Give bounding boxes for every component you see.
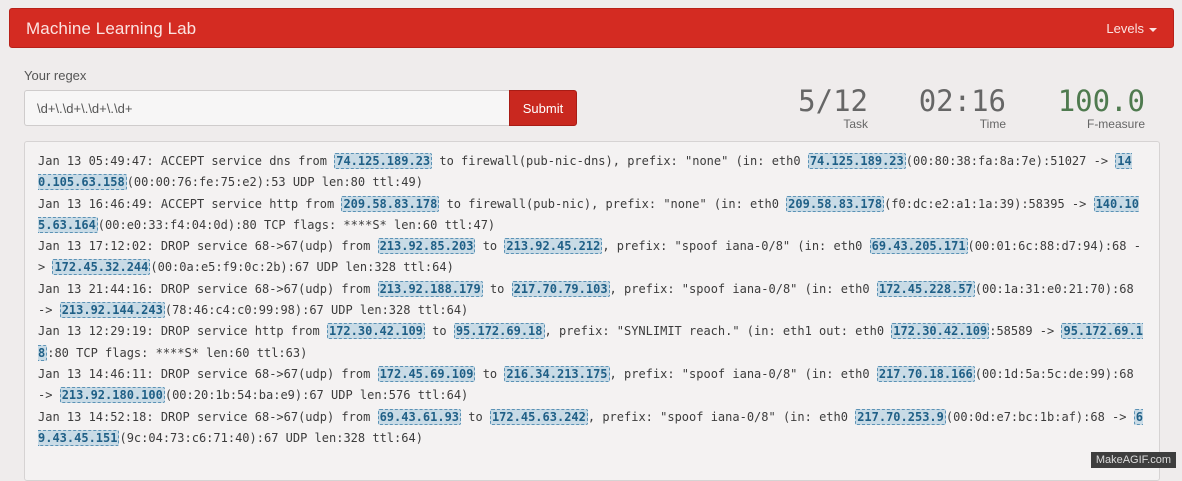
regex-input[interactable] xyxy=(24,90,510,126)
time-label: Time xyxy=(979,117,1006,131)
regex-match-highlight: 209.58.83.178 xyxy=(341,195,440,212)
regex-match-highlight: 74.125.189.23 xyxy=(807,153,906,169)
regex-label: Your regex xyxy=(24,68,87,83)
fmeasure-label: F-measure xyxy=(1086,117,1145,131)
log-line: Jan 13 16:46:49: ACCEPT service http fro… xyxy=(38,194,1146,237)
log-text: (00:e0:33:f4:04:0d):80 TCP flags: ****S*… xyxy=(97,217,496,232)
log-text: to firewall(pub-nic-dns), prefix: "none"… xyxy=(432,154,808,168)
regex-match-highlight: 172.45.32.244 xyxy=(52,259,151,276)
log-panel: Jan 13 05:49:47: ACCEPT service dns from… xyxy=(24,141,1160,481)
regex-match-highlight: 213.92.85.203 xyxy=(377,238,476,255)
regex-match-highlight: 74.125.189.23 xyxy=(334,153,433,169)
log-text: (00:0a:e5:f9:0c:2b):67 UDP len:328 ttl:6… xyxy=(150,260,454,275)
time-stat: 02:16 Time xyxy=(919,84,1006,131)
log-text: Jan 13 14:52:18: DROP service 68->67(udp… xyxy=(38,409,378,424)
log-text: (00:00:76:fe:75:e2):53 UDP len:80 ttl:49… xyxy=(126,175,423,190)
log-text: Jan 13 12:29:19: DROP service http from xyxy=(38,324,327,339)
regex-match-highlight: 172.45.63.242 xyxy=(489,408,588,425)
submit-button[interactable]: Submit xyxy=(509,90,577,126)
log-text: , prefix: "spoof iana-0/8" (in: eth0 xyxy=(587,409,856,424)
caret-down-icon xyxy=(1149,27,1157,32)
levels-dropdown[interactable]: Levels xyxy=(1106,21,1157,36)
log-text: , prefix: "SYNLIMIT reach." (in: eth1 ou… xyxy=(544,324,892,339)
log-line: Jan 13 17:12:02: DROP service 68->67(udp… xyxy=(38,236,1146,279)
log-text: to firewall(pub-nic), prefix: "none" (in… xyxy=(439,196,787,211)
regex-match-highlight: 213.92.188.179 xyxy=(377,280,483,297)
regex-match-highlight: 95.172.69.18 xyxy=(453,323,545,340)
log-text: , prefix: "spoof iana-0/8" (in: eth0 xyxy=(602,239,870,254)
regex-match-highlight: 69.43.61.93 xyxy=(377,408,462,425)
log-text: (00:80:38:fa:8a:7e):51027 -> xyxy=(905,154,1116,168)
log-text: Jan 13 16:46:49: ACCEPT service http fro… xyxy=(38,196,342,211)
log-text: (9c:04:73:c6:71:40):67 UDP len:328 ttl:6… xyxy=(119,430,423,445)
log-text: , prefix: "spoof iana-0/8" (in: eth0 xyxy=(609,281,877,296)
log-text: to xyxy=(424,324,454,339)
brand-title[interactable]: Machine Learning Lab xyxy=(26,19,196,39)
regex-match-highlight: 69.43.205.171 xyxy=(869,238,968,255)
levels-label: Levels xyxy=(1106,21,1144,36)
task-label: Task xyxy=(843,117,868,131)
task-stat: 5/12 Task xyxy=(798,84,868,131)
watermark: MakeAGIF.com xyxy=(1090,452,1176,468)
regex-match-highlight: 172.30.42.109 xyxy=(891,323,990,340)
log-text: Jan 13 05:49:47: ACCEPT service dns from xyxy=(38,154,335,168)
log-line: Jan 13 05:49:47: ACCEPT service dns from… xyxy=(38,151,1146,194)
log-line: Jan 13 12:29:19: DROP service http from … xyxy=(38,321,1146,364)
regex-match-highlight: 217.70.79.103 xyxy=(511,280,610,297)
log-text: to xyxy=(475,239,505,254)
fmeasure-stat: 100.0 F-measure xyxy=(1058,84,1145,131)
log-text: to xyxy=(475,366,505,381)
regex-match-highlight: 213.92.45.212 xyxy=(504,238,603,255)
navbar: Machine Learning Lab Levels xyxy=(9,8,1174,48)
log-text: Jan 13 21:44:16: DROP service 68->67(udp… xyxy=(38,281,378,296)
regex-match-highlight: 172.45.228.57 xyxy=(876,280,975,297)
log-text: , prefix: "spoof iana-0/8" (in: eth0 xyxy=(609,366,877,381)
log-text: to xyxy=(461,409,490,424)
regex-match-highlight: 216.34.213.175 xyxy=(504,365,610,382)
regex-match-highlight: 172.30.42.109 xyxy=(326,323,425,340)
regex-match-highlight: 172.45.69.109 xyxy=(377,365,476,382)
task-value: 5/12 xyxy=(798,84,868,118)
log-text: (00:0d:e7:bc:1b:af):68 -> xyxy=(945,409,1134,424)
regex-match-highlight: 217.70.253.9 xyxy=(855,408,946,425)
regex-match-highlight: 217.70.18.166 xyxy=(876,365,975,382)
log-text: Jan 13 14:46:11: DROP service 68->67(udp… xyxy=(38,366,378,381)
log-text: to xyxy=(482,281,512,296)
log-line: Jan 13 14:46:11: DROP service 68->67(udp… xyxy=(38,364,1146,407)
log-line: Jan 13 21:44:16: DROP service 68->67(udp… xyxy=(38,279,1146,322)
fmeasure-value: 100.0 xyxy=(1057,84,1145,118)
log-text: (f0:dc:e2:a1:1a:39):58395 -> xyxy=(884,196,1094,211)
log-text: (00:20:1b:54:ba:e9):67 UDP len:576 ttl:6… xyxy=(164,388,469,403)
regex-match-highlight: 213.92.144.243 xyxy=(59,302,165,319)
regex-match-highlight: 209.58.83.178 xyxy=(786,195,885,212)
log-text: :58589 -> xyxy=(989,324,1062,339)
time-value: 02:16 xyxy=(918,84,1006,118)
log-line: Jan 13 14:52:18: DROP service 68->67(udp… xyxy=(38,407,1146,450)
log-text: Jan 13 17:12:02: DROP service 68->67(udp… xyxy=(38,239,378,254)
log-text: (78:46:c4:c0:99:98):67 UDP len:328 ttl:6… xyxy=(164,303,469,318)
regex-match-highlight: 213.92.180.100 xyxy=(59,387,165,404)
log-text: :80 TCP flags: ****S* len:60 ttl:63) xyxy=(47,345,308,360)
